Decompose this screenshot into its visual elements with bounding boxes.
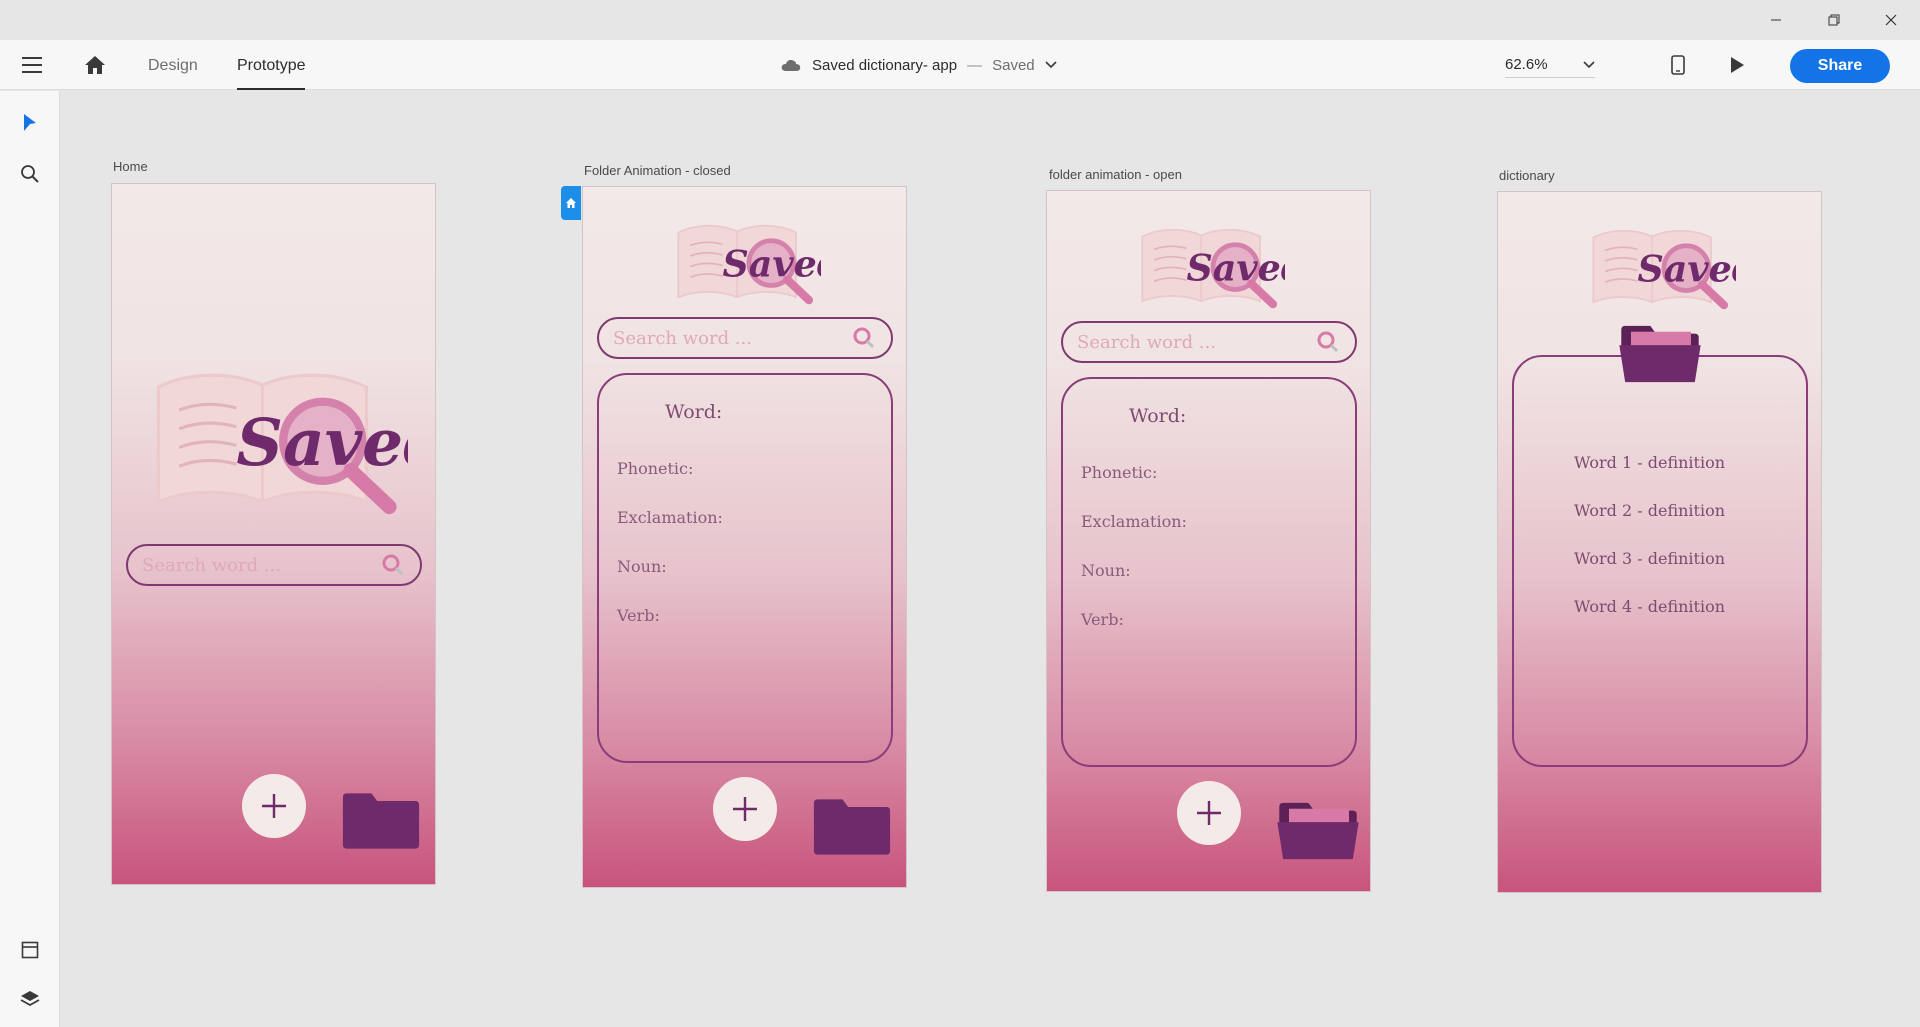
magnifier-icon — [382, 554, 404, 576]
folder-icon — [813, 799, 891, 855]
home-flow-flag[interactable] — [561, 186, 581, 220]
folder-open-button[interactable] — [1276, 801, 1360, 866]
folder-open-button[interactable] — [1618, 324, 1702, 389]
search-input[interactable]: Search word ... — [1061, 321, 1357, 363]
dictionary-entry[interactable]: Word 4 - definition — [1574, 597, 1725, 616]
close-icon[interactable] — [1868, 0, 1914, 40]
chevron-down-icon — [1583, 60, 1595, 68]
word-card: Word: Phonetic: Exclamation: Noun: Verb: — [1061, 377, 1357, 767]
svg-text:Saved: Saved — [1637, 248, 1736, 291]
field-exclamation: Exclamation: — [617, 508, 723, 527]
zoom-value: 62.6% — [1505, 56, 1548, 73]
artboard-home[interactable]: Saved Search word ... — [111, 183, 436, 885]
artboard-label-open[interactable]: folder animation - open — [1049, 167, 1182, 182]
select-arrow-icon[interactable] — [17, 110, 43, 136]
field-noun: Noun: — [1081, 561, 1131, 580]
field-phonetic: Phonetic: — [617, 459, 694, 478]
search-input[interactable]: Search word ... — [126, 544, 422, 586]
magnifier-icon — [853, 327, 875, 349]
field-phonetic: Phonetic: — [1081, 463, 1158, 482]
folder-open-icon — [1277, 802, 1359, 860]
save-status: Saved — [992, 56, 1035, 74]
word-label: Word: — [1129, 405, 1187, 427]
dictionary-card: Word 1 - definition Word 2 - definition … — [1512, 355, 1808, 767]
home-icon[interactable] — [80, 52, 110, 78]
folder-button[interactable] — [812, 797, 892, 862]
layers-icon[interactable] — [17, 986, 43, 1012]
play-preview-icon[interactable] — [1724, 52, 1750, 78]
tab-design[interactable]: Design — [148, 40, 198, 90]
saved-logo: Saved — [671, 209, 842, 309]
search-placeholder: Search word ... — [142, 554, 281, 576]
svg-text:Saved: Saved — [236, 405, 408, 481]
title-separator: — — [967, 56, 983, 74]
word-card: Word: Phonetic: Exclamation: Noun: Verb: — [597, 373, 893, 763]
plus-icon — [733, 797, 757, 821]
tab-prototype[interactable]: Prototype — [237, 40, 306, 90]
hamburger-menu-icon[interactable] — [16, 52, 48, 78]
plus-icon — [1197, 801, 1221, 825]
chevron-down-icon — [1045, 61, 1057, 69]
search-input[interactable]: Search word ... — [597, 317, 893, 359]
document-title[interactable]: Saved dictionary- app — Saved — [780, 40, 1057, 90]
field-noun: Noun: — [617, 557, 667, 576]
add-word-button[interactable] — [242, 774, 306, 838]
artboard-folder-closed[interactable]: Saved Search word ... Word: Phonetic: Ex… — [582, 186, 907, 888]
folder-icon — [342, 793, 420, 849]
search-placeholder: Search word ... — [613, 327, 752, 349]
document-name: Saved dictionary- app — [812, 56, 958, 74]
window-title-bar — [0, 0, 1920, 40]
add-word-button[interactable] — [1177, 781, 1241, 845]
svg-text:Saved: Saved — [722, 243, 821, 286]
home-icon — [566, 198, 576, 208]
design-canvas[interactable]: Home Saved Search word ... Folder Animat… — [61, 91, 1920, 1027]
search-placeholder: Search word ... — [1077, 331, 1216, 353]
artboard-label-home[interactable]: Home — [113, 159, 148, 174]
dictionary-entry[interactable]: Word 1 - definition — [1574, 453, 1725, 472]
cloud-icon — [781, 60, 801, 71]
field-exclamation: Exclamation: — [1081, 512, 1187, 531]
dictionary-entry[interactable]: Word 3 - definition — [1574, 549, 1725, 568]
svg-text:Saved: Saved — [1186, 247, 1285, 290]
device-preview-icon[interactable] — [1665, 52, 1691, 78]
plus-icon — [262, 794, 286, 818]
folder-button[interactable] — [341, 791, 421, 856]
field-verb: Verb: — [1081, 610, 1124, 629]
restore-icon[interactable] — [1811, 0, 1857, 40]
app-toolbar: Design Prototype Saved dictionary- app —… — [0, 40, 1920, 90]
magnifier-icon — [1317, 331, 1339, 353]
saved-logo: Saved — [1135, 213, 1306, 313]
zoom-select[interactable]: 62.6% — [1505, 52, 1595, 78]
add-word-button[interactable] — [713, 777, 777, 841]
search-icon[interactable] — [17, 161, 43, 187]
saved-logo: Saved — [148, 344, 435, 524]
artboard-label-dictionary[interactable]: dictionary — [1499, 168, 1555, 183]
artboard-panel-icon[interactable] — [17, 937, 43, 963]
folder-open-icon — [1619, 325, 1701, 383]
tool-rail — [0, 91, 60, 1027]
field-verb: Verb: — [617, 606, 660, 625]
share-button[interactable]: Share — [1790, 49, 1890, 83]
word-label: Word: — [665, 401, 723, 423]
dictionary-entry[interactable]: Word 2 - definition — [1574, 501, 1725, 520]
minimize-icon[interactable] — [1753, 0, 1799, 40]
saved-logo: Saved — [1586, 214, 1757, 314]
artboard-folder-open[interactable]: Saved Search word ... Word: Phonetic: Ex… — [1046, 190, 1371, 892]
artboard-dictionary[interactable]: Saved Word 1 - definition Word 2 - defin… — [1497, 191, 1822, 893]
artboard-label-closed[interactable]: Folder Animation - closed — [584, 163, 731, 178]
